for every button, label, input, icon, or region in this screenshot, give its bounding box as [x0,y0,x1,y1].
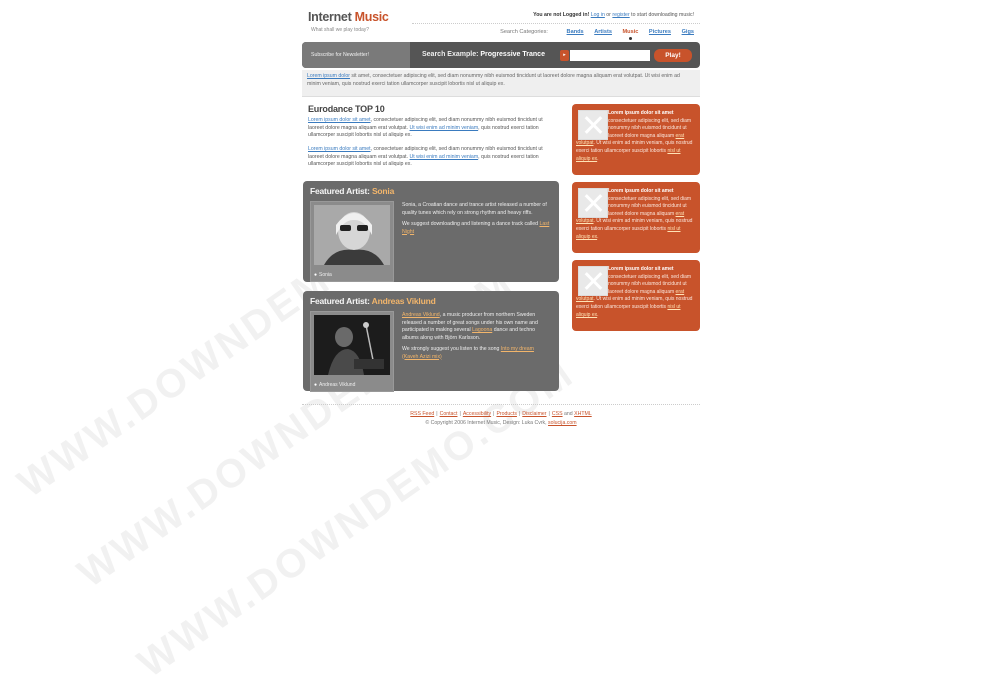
login-or-text: or [606,12,611,18]
top10-link-4[interactable]: Ut wisi enim ad minim veniam [410,154,479,160]
credit-link[interactable]: solucija.com [548,420,577,426]
tagline: What shall we play today? [311,27,370,33]
footer-link-accessibility[interactable]: Accessibility [463,411,491,417]
nav-artists[interactable]: Artists [594,29,612,35]
featured-p2-text: We strongly suggest you listen to the so… [402,346,501,352]
site-logo[interactable]: Internet Music [308,10,389,24]
copyright-text: © Copyright 2006 Internet Music, Design:… [425,420,547,426]
featured-paragraph-1: Andreas Viklund, a music producer from n… [402,312,550,342]
page-container: Internet Music What shall we play today?… [302,0,700,564]
featured-paragraph-2: We suggest downloading and listening a d… [402,221,550,236]
footer-links: RSS Feed | Contact | Accessibility | Products |… [410,411,592,417]
sidebar-box: Lorem ipsum dolor sit amet consectetuer … [572,260,700,331]
featured-title-prefix: Featured Artist: [310,296,370,306]
login-status-text: You are not Logged in! [533,12,590,18]
nav-bands[interactable]: Bands [567,29,584,35]
register-link[interactable]: register [612,12,629,18]
sidebar-box-text: Lorem ipsum dolor sit amet consectetuer … [576,266,696,319]
search-bar: Subscribe for Newsletter! Search Example… [302,42,700,68]
sidebar-text-3: . [597,155,599,162]
top10-paragraph-2: Lorem ipsum dolor sit amet, consectetuer… [308,146,558,169]
play-arrow-icon: ▸ [560,50,569,61]
footer-link-disclaimer[interactable]: Disclaimer [522,411,546,417]
login-link[interactable]: Log in [591,12,605,18]
footer-link-css[interactable]: CSS [552,411,563,417]
footer-link-products[interactable]: Products [496,411,516,417]
artist-photo-image [314,315,390,375]
artist-photo-caption: Sonia [314,272,332,278]
sidebar-box-text: Lorem ipsum dolor sit amet consectetuer … [576,188,696,241]
category-nav: Search Categories: Bands Artists Music P… [500,29,694,35]
login-suffix-text: to start downloading music! [631,12,694,18]
intro-text: Lorem ipsum dolor sit amet, consectetuer… [302,70,700,97]
sidebar-box-text: Lorem ipsum dolor sit amet consectetuer … [576,110,696,163]
top10-link-1[interactable]: Lorem ipsum dolor sit amet [308,117,371,123]
footer-copyright: © Copyright 2006 Internet Music, Design:… [302,419,700,428]
search-example-value: Progressive Trance [480,51,545,58]
featured-title-prefix: Featured Artist: [310,186,370,196]
featured-p2-text: We suggest downloading and listening a d… [402,221,540,227]
featured-artist-name: Andreas Viklund [371,296,436,306]
nav-music[interactable]: Music [623,29,639,35]
logo-accent-text: Music [354,10,389,24]
sidebar-box-title: Lorem ipsum dolor sit amet [608,110,674,116]
categories-label: Search Categories: [500,29,548,35]
sidebar-box-title: Lorem ipsum dolor sit amet [608,188,674,194]
section-title-top10: Eurodance TOP 10 [308,104,385,114]
lagoona-link[interactable]: Lagoona [472,327,492,333]
featured-text: Andreas Viklund, a music producer from n… [402,312,550,361]
sidebar-text-3: . [597,311,599,318]
sidebar-box-title: Lorem ipsum dolor sit amet [608,266,674,272]
artist-photo-image [314,205,390,265]
artist-photo[interactable]: Andreas Viklund [310,311,394,392]
featured-paragraph-2: We strongly suggest you listen to the so… [402,346,550,361]
logo-text: Internet [308,10,352,24]
newsletter-button[interactable]: Subscribe for Newsletter! [302,42,410,68]
artist-link[interactable]: Andreas Viklund [402,312,440,318]
nav-pictures[interactable]: Pictures [649,29,671,35]
footer-divider [302,404,700,405]
footer: RSS Feed | Contact | Accessibility | Products |… [302,410,700,428]
featured-paragraph-1: Sonia, a Croatian dance and trance artis… [402,202,547,216]
top10-link-2[interactable]: Ut wisi enim ad minim veniam [410,125,479,131]
search-input[interactable] [570,50,650,61]
footer-link-xhtml[interactable]: XHTML [574,411,592,417]
footer-and-text: and [564,411,573,417]
sidebar-box: Lorem ipsum dolor sit amet consectetuer … [572,182,700,253]
intro-body: sit amet, consectetuer adipiscing elit, … [307,73,680,87]
play-button[interactable]: Play! [654,49,692,62]
featured-text: Sonia, a Croatian dance and trance artis… [402,202,550,236]
footer-link-rss[interactable]: RSS Feed [410,411,434,417]
sidebar-text-3: . [597,233,599,240]
login-status: You are not Logged in! Log in or registe… [533,12,694,18]
artist-photo-caption: Andreas Viklund [314,382,355,388]
featured-artist-andreas: Featured Artist: Andreas Viklund Andreas… [303,291,559,392]
top10-paragraph-1: Lorem ipsum dolor sit amet, consectetuer… [308,117,558,140]
featured-title: Featured Artist: Sonia [310,186,394,196]
featured-artist-sonia: Featured Artist: Sonia Sonia Sonia, a Cr… [303,181,559,282]
sidebar-box: Lorem ipsum dolor sit amet consectetuer … [572,104,700,175]
search-example-label: Search Example: [422,51,479,58]
search-example: Search Example: Progressive Trance [422,42,545,68]
header-divider [412,23,700,24]
nav-gigs[interactable]: Gigs [682,29,694,35]
featured-artist-name: Sonia [371,186,395,196]
featured-title: Featured Artist: Andreas Viklund [310,296,436,306]
top10-link-3[interactable]: Lorem ipsum dolor sit amet [308,146,371,152]
intro-link[interactable]: Lorem ipsum dolor [307,73,350,79]
artist-photo[interactable]: Sonia [310,201,394,282]
footer-link-contact[interactable]: Contact [440,411,458,417]
